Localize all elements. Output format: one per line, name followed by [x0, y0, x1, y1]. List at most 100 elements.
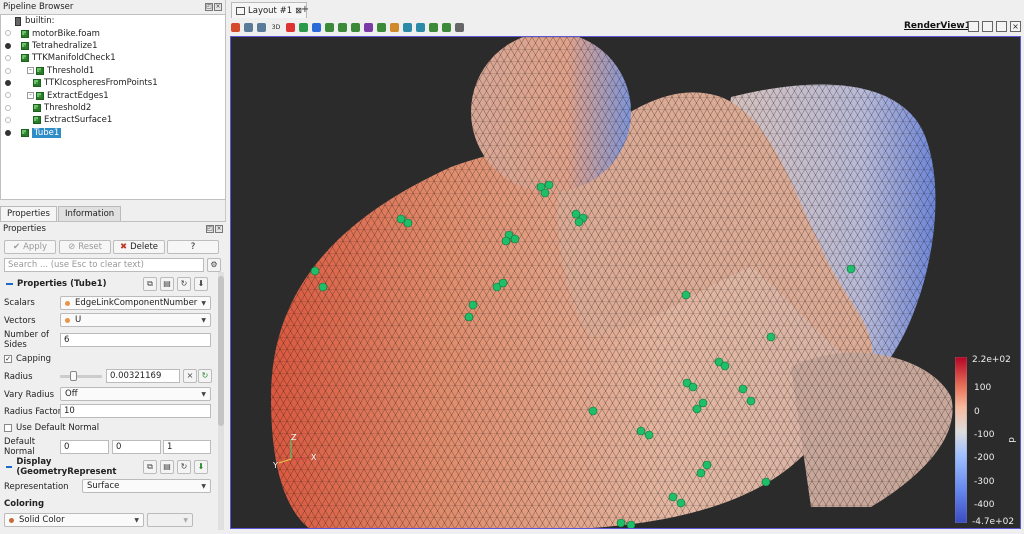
default-normal-x-input[interactable]: 0 — [60, 440, 109, 454]
grow-selection-icon[interactable] — [429, 22, 438, 32]
help-button[interactable]: ? — [167, 240, 219, 254]
radius-factor-input[interactable]: 10 — [60, 404, 211, 418]
capping-checkbox[interactable]: ✓ — [4, 355, 12, 363]
property-search-input[interactable]: Search ... (use Esc to clear text) — [4, 258, 204, 272]
capping-label: Capping — [16, 354, 52, 364]
close-dock-icon[interactable]: × — [215, 225, 223, 233]
float-dock-icon[interactable]: ◰ — [205, 3, 213, 11]
check-icon: ✔ — [12, 242, 21, 252]
scalars-select[interactable]: EdgeLinkComponentNumber ▼ — [60, 296, 211, 310]
shrink-selection-icon[interactable] — [442, 22, 451, 32]
camera-y-icon[interactable] — [299, 22, 308, 32]
chevron-down-icon: ▼ — [183, 517, 188, 524]
use-default-normal-checkbox[interactable] — [4, 424, 12, 432]
radius-slider-handle[interactable] — [70, 371, 77, 381]
reset-button[interactable]: ⊘ Reset — [59, 240, 111, 254]
collapse-toggle-icon[interactable]: - — [27, 92, 34, 100]
split-horizontal-icon[interactable] — [968, 21, 979, 32]
eye-hidden-icon[interactable] — [5, 67, 11, 74]
eye-hidden-icon[interactable] — [5, 117, 11, 124]
render-view-label[interactable]: RenderView1 — [904, 21, 971, 31]
vary-radius-select[interactable]: Off ▼ — [60, 387, 211, 401]
coloring-component-select[interactable]: ▼ — [147, 513, 193, 527]
close-view-icon[interactable]: × — [1010, 21, 1021, 32]
zoom-data-icon[interactable] — [244, 22, 253, 32]
add-layout-tab-button[interactable]: + — [298, 4, 312, 18]
radius-label: Radius — [4, 372, 33, 382]
pipeline-item[interactable]: TTKIcospheresFromPoints1 — [1, 77, 225, 89]
select-points-icon[interactable] — [351, 22, 360, 32]
close-dock-icon[interactable]: × — [214, 3, 222, 11]
pipeline-item[interactable]: Tube1 — [1, 127, 225, 139]
pipeline-item-label: TTKManifoldCheck1 — [32, 53, 116, 64]
eye-hidden-icon[interactable] — [5, 92, 11, 99]
maximize-view-icon[interactable] — [996, 21, 1007, 32]
eye-hidden-icon[interactable] — [5, 104, 11, 111]
advanced-gear-icon[interactable]: ⚙ — [207, 258, 221, 272]
pipeline-item[interactable]: TTKManifoldCheck1 — [1, 52, 225, 64]
scrollbar-thumb[interactable] — [218, 276, 224, 426]
pipeline-item[interactable]: - ExtractEdges1 — [1, 89, 225, 101]
restore-defaults-icon[interactable]: ↻ — [177, 460, 191, 474]
3d-toggle-icon[interactable]: 3D — [270, 23, 282, 32]
restore-defaults-icon[interactable]: ↻ — [177, 277, 191, 291]
pipeline-item[interactable]: - Threshold1 — [1, 65, 225, 77]
display-section-header[interactable]: Display (GeometryRepresent — [3, 457, 141, 477]
render-view-3d[interactable]: Z Y X 2.2e+02 100 0 -100 -200 -300 -400 … — [230, 36, 1021, 529]
paste-icon[interactable]: ▤ — [160, 277, 174, 291]
pipeline-item[interactable]: ExtractSurface1 — [1, 114, 225, 126]
copy-icon[interactable]: ⧉ — [143, 277, 157, 291]
pipeline-source-icon — [21, 54, 29, 63]
default-normal-z-input[interactable]: 1 — [163, 440, 211, 454]
axis-z-label: Z — [291, 433, 297, 442]
eye-hidden-icon[interactable] — [5, 55, 11, 62]
reset-camera-icon[interactable] — [231, 22, 240, 32]
split-vertical-icon[interactable] — [982, 21, 993, 32]
hover-cells-icon[interactable] — [416, 22, 425, 32]
float-dock-icon[interactable]: ◰ — [206, 225, 214, 233]
radius-input[interactable]: 0.00321169 — [106, 369, 180, 383]
representation-select[interactable]: Surface ▼ — [82, 479, 211, 493]
save-defaults-icon[interactable]: ⬇ — [194, 460, 208, 474]
select-frustum-icon[interactable] — [364, 22, 373, 32]
properties-scrollbar[interactable] — [218, 272, 224, 530]
pipeline-item-label: Tetrahedralize1 — [32, 40, 98, 51]
eye-hidden-icon[interactable] — [5, 30, 11, 37]
save-defaults-icon[interactable]: ⬇ — [194, 277, 208, 291]
camera-x-icon[interactable] — [286, 22, 295, 32]
eye-visible-icon[interactable] — [5, 129, 11, 136]
zoom-closest-icon[interactable] — [257, 22, 266, 32]
paste-icon[interactable]: ▤ — [160, 460, 174, 474]
eye-visible-icon[interactable] — [5, 42, 11, 49]
tab-properties[interactable]: Properties — [0, 206, 57, 221]
coloring-select[interactable]: Solid Color ▼ — [4, 513, 144, 527]
eye-visible-icon[interactable] — [5, 79, 11, 86]
pipeline-item[interactable]: Threshold2 — [1, 102, 225, 114]
properties-section-header[interactable]: Properties (Tube1) — [3, 277, 141, 291]
camera-z-icon[interactable] — [312, 22, 321, 32]
scale-icon[interactable]: × — [183, 369, 197, 383]
clear-selection-icon[interactable] — [455, 22, 464, 32]
default-normal-y-input[interactable]: 0 — [112, 440, 161, 454]
copy-icon[interactable]: ⧉ — [143, 460, 157, 474]
pipeline-item[interactable]: builtin: — [1, 15, 225, 27]
pipeline-item[interactable]: motorBike.foam — [1, 27, 225, 39]
interactive-select-icon[interactable] — [390, 22, 399, 32]
reset-to-default-icon[interactable]: ↻ — [198, 369, 212, 383]
radius-slider-track[interactable] — [60, 375, 102, 378]
layout-tab[interactable]: Layout #1 ⊠ — [231, 2, 307, 18]
vectors-select[interactable]: U ▼ — [60, 313, 211, 327]
delete-button[interactable]: ✖ Delete — [113, 240, 165, 254]
hover-points-icon[interactable] — [403, 22, 412, 32]
view-area: Layout #1 ⊠ + 3D RenderView1 × Z Y X 2.2… — [228, 0, 1024, 534]
number-of-sides-input[interactable]: 6 — [60, 333, 211, 347]
select-cells-icon[interactable] — [338, 22, 347, 32]
select-block-icon[interactable] — [377, 22, 386, 32]
collapse-toggle-icon[interactable]: - — [27, 67, 34, 75]
rotate-icon[interactable] — [325, 22, 334, 32]
apply-button[interactable]: ✔ Apply — [4, 240, 56, 254]
tab-information[interactable]: Information — [57, 206, 122, 221]
vary-radius-label: Vary Radius — [4, 390, 55, 400]
pipeline-item[interactable]: Tetrahedralize1 — [1, 40, 225, 52]
pipeline-item-label: motorBike.foam — [32, 28, 100, 39]
